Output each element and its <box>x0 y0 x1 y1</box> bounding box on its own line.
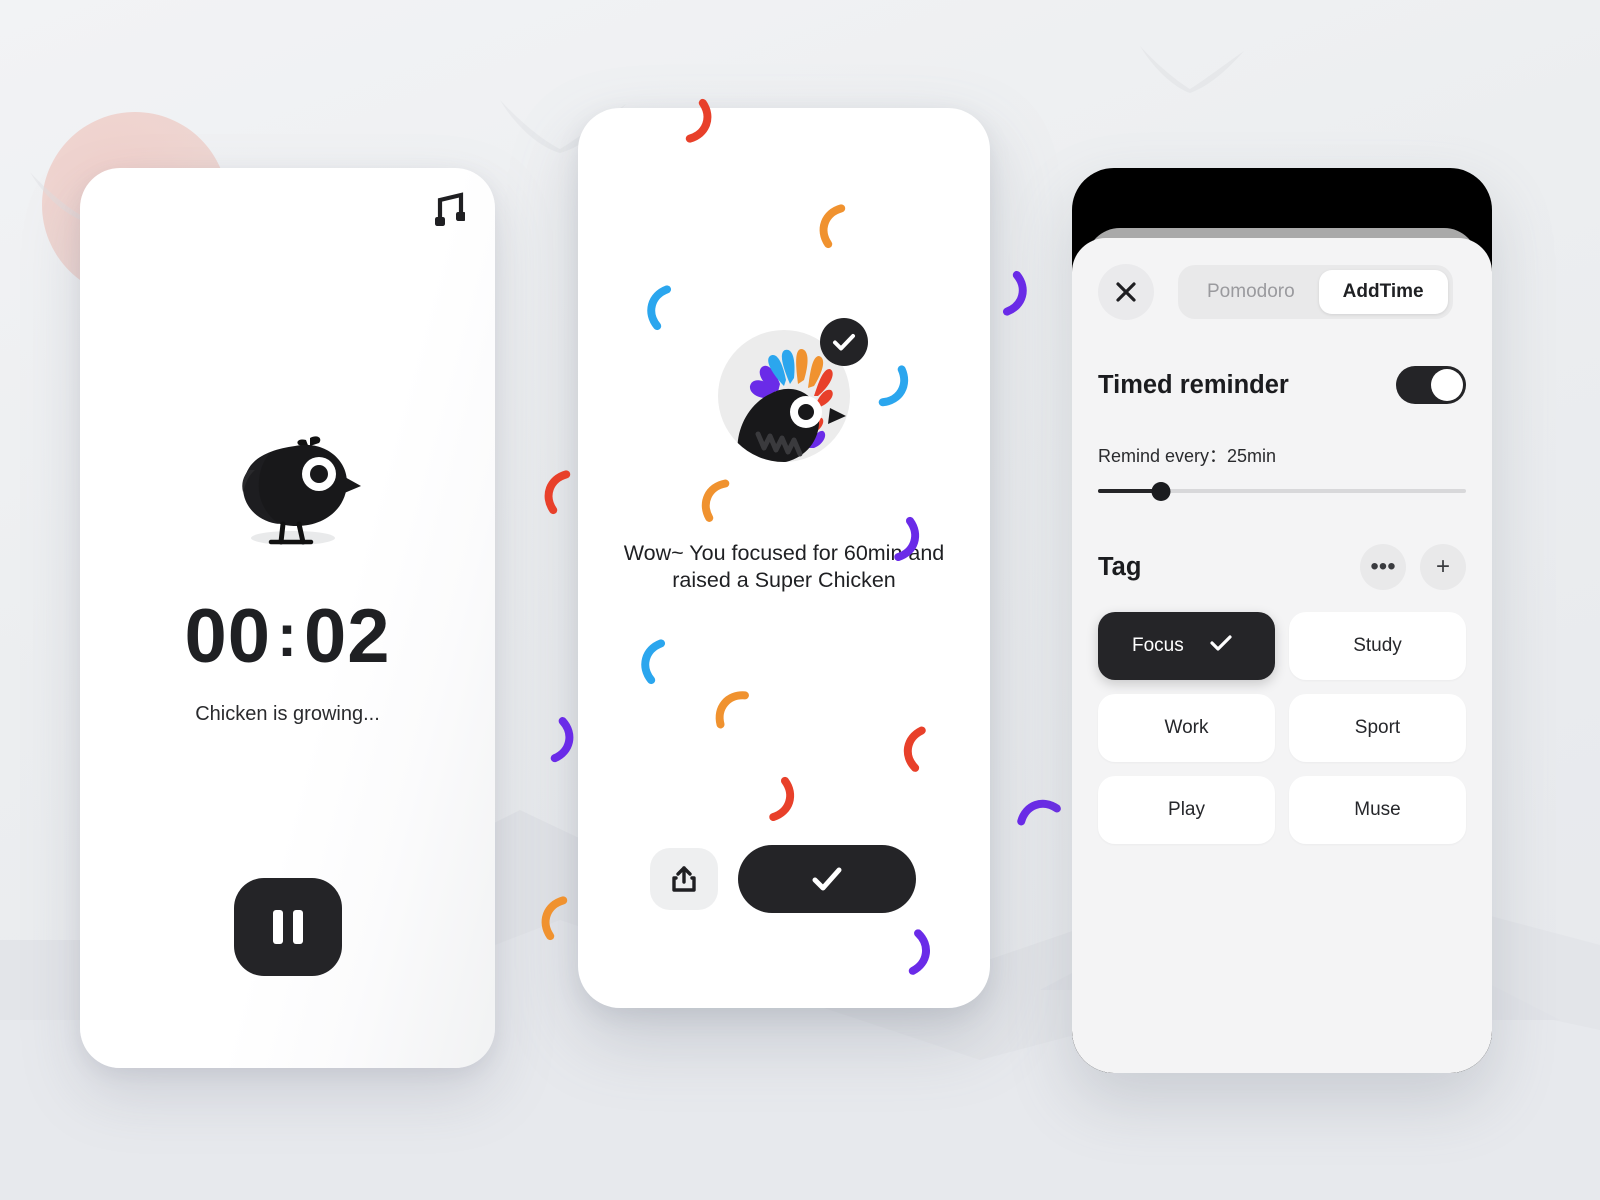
tag-label: Play <box>1168 799 1205 820</box>
tag-label: Study <box>1353 635 1402 656</box>
share-icon <box>672 866 696 892</box>
tag-label: Muse <box>1354 799 1401 820</box>
timer-status-text: Chicken is growing... <box>195 703 380 725</box>
tag-cell[interactable]: Play <box>1098 776 1275 844</box>
share-button[interactable] <box>650 848 718 910</box>
check-icon <box>1209 634 1233 658</box>
pause-icon <box>272 910 283 944</box>
tag-cell[interactable]: Work <box>1098 694 1275 762</box>
music-note-icon[interactable] <box>433 190 466 234</box>
timed-reminder-label: Timed reminder <box>1098 370 1289 399</box>
tag-label: Sport <box>1354 717 1401 738</box>
tag-actions: ••• + <box>1360 544 1466 590</box>
sheet-header: Pomodoro AddTime <box>1072 238 1492 320</box>
close-icon <box>1116 282 1136 302</box>
tag-grid: Focus Study Work Sport Play Muse <box>1072 590 1492 844</box>
tag-title: Tag <box>1098 552 1142 581</box>
timed-reminder-row: Timed reminder <box>1072 320 1492 404</box>
tag-label: Work <box>1164 717 1209 738</box>
pause-button[interactable] <box>233 878 342 976</box>
timed-reminder-toggle[interactable] <box>1396 366 1466 404</box>
confirm-button[interactable] <box>738 845 916 913</box>
pause-icon <box>292 910 303 944</box>
check-badge-icon <box>820 318 868 366</box>
remind-interval-slider[interactable] <box>1098 482 1466 501</box>
timer-minutes: 00 <box>184 594 271 679</box>
remind-every-label: Remind every：25min <box>1098 446 1277 466</box>
success-message: Wow~ You focused for 60min and raised a … <box>623 541 945 593</box>
mode-segmented-control: Pomodoro AddTime <box>1178 265 1453 319</box>
tag-cell[interactable]: Study <box>1289 612 1466 680</box>
screenshot-stage: 00:02 Chicken is growing... Wow~ You fo… <box>0 0 1600 1200</box>
settings-phone: Pomodoro AddTime Timed reminder Remind e… <box>1072 168 1492 1073</box>
success-actions <box>650 845 916 913</box>
tag-cell[interactable]: Focus <box>1098 612 1275 680</box>
timer-seconds: 02 <box>303 594 391 679</box>
timer-phone: 00:02 Chicken is growing... <box>80 168 495 1068</box>
tag-cell[interactable]: Muse <box>1289 776 1466 844</box>
slider-thumb[interactable] <box>1151 482 1171 501</box>
tag-section-header: Tag ••• + <box>1072 500 1492 590</box>
super-chicken-avatar <box>718 318 868 462</box>
toggle-knob <box>1431 369 1463 401</box>
plus-icon[interactable]: + <box>1420 544 1466 590</box>
tab-pomodoro[interactable]: Pomodoro <box>1183 270 1319 314</box>
tag-label: Focus <box>1132 635 1184 656</box>
tag-cell[interactable]: Sport <box>1289 694 1466 762</box>
success-phone: Wow~ You focused for 60min and raised a … <box>578 108 990 1008</box>
close-button[interactable] <box>1098 264 1154 320</box>
bird-silhouette-icon <box>1138 42 1246 94</box>
ellipsis-icon[interactable]: ••• <box>1360 544 1406 590</box>
check-icon <box>812 867 842 891</box>
baby-chick-illustration <box>80 418 495 546</box>
settings-sheet: Pomodoro AddTime Timed reminder Remind e… <box>1072 238 1492 1073</box>
timer-display: 00:02 <box>80 593 495 680</box>
timer-colon: : <box>277 602 298 669</box>
tab-addtime[interactable]: AddTime <box>1318 270 1448 314</box>
